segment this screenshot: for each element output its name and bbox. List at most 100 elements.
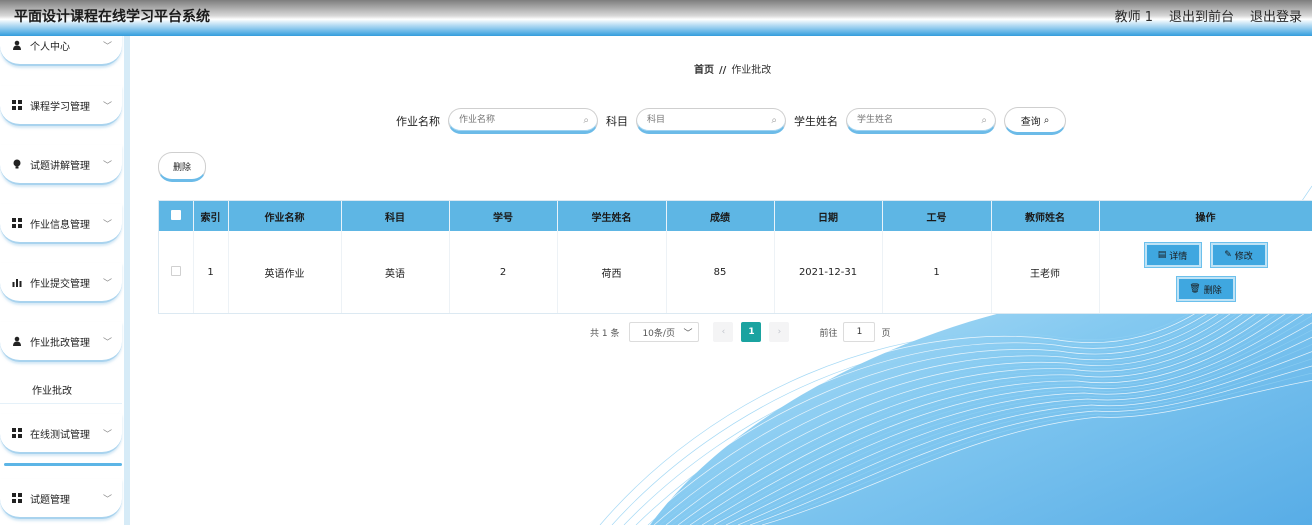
sidebar-item-label: 作业提交管理 [30, 278, 90, 290]
col-homework-name: 作业名称 [228, 201, 342, 231]
select-all-checkbox[interactable] [170, 209, 181, 220]
cell-index: 1 [193, 231, 229, 313]
exit-to-front-link[interactable]: 退出到前台 [1169, 6, 1234, 25]
submenu-item-homework-grading[interactable]: 作业批改 [0, 376, 122, 404]
grid-icon [12, 493, 22, 503]
chevron-down-icon: ﹀ [102, 41, 112, 52]
detail-button-label: 详情 [1169, 251, 1188, 262]
search-label-student-name: 学生姓名 [794, 115, 838, 128]
chevron-left-icon: ‹ [721, 327, 726, 337]
cell-student-name: 荷西 [557, 231, 667, 313]
sidebar-item-question-explain[interactable]: 试题讲解管理 ﹀ [0, 145, 122, 185]
query-button[interactable]: 查询 ⌕ [1004, 107, 1066, 135]
student-name-input[interactable] [857, 109, 977, 131]
col-work-no: 工号 [882, 201, 992, 231]
edit-button[interactable]: ✎ 修改 [1210, 243, 1267, 267]
sidebar-item-label: 试题管理 [30, 494, 70, 506]
search-icon: ⌕ [771, 115, 777, 126]
sidebar-item-label: 个人中心 [30, 41, 70, 53]
chevron-down-icon: ﹀ [102, 219, 112, 230]
edit-button-label: 修改 [1234, 251, 1253, 262]
row-delete-button-label: 删除 [1203, 285, 1222, 296]
cell-score: 85 [666, 231, 775, 313]
col-subject: 科目 [341, 201, 450, 231]
sidebar-item-label: 课程学习管理 [30, 101, 90, 113]
goto-prefix: 前往 [819, 328, 838, 339]
app-title: 平面设计课程在线学习平台系统 [14, 9, 210, 25]
subject-field[interactable]: ⌕ [636, 108, 786, 134]
batch-delete-button[interactable]: 删除 [158, 152, 206, 182]
main-content: 首页 // 作业批改 作业名称 ⌕ 科目 ⌕ 学生姓名 ⌕ 查询 ⌕ 删除 [130, 36, 1312, 525]
next-page-button[interactable]: › [769, 322, 790, 342]
col-teacher-name: 教师姓名 [991, 201, 1100, 231]
document-icon: ▤ [1157, 250, 1167, 260]
student-name-field[interactable]: ⌕ [846, 108, 996, 134]
row-checkbox[interactable] [170, 265, 181, 276]
pagination: 共 1 条 10条/页 ﹀ ‹ 1 › 前往 1 页 [590, 322, 890, 342]
chevron-down-icon: ﹀ [102, 494, 112, 505]
sidebar-item-label: 试题讲解管理 [30, 160, 90, 172]
top-links: 教师 1 退出到前台 退出登录 [1115, 6, 1302, 25]
search-icon: ⌕ [583, 115, 589, 126]
cell-subject: 英语 [341, 231, 450, 313]
sidebar-item-question-manage[interactable]: 试题管理 ﹀ [0, 479, 122, 519]
page-number-current[interactable]: 1 [741, 322, 762, 342]
breadcrumb-home[interactable]: 首页 [694, 65, 714, 76]
search-form: 作业名称 ⌕ 科目 ⌕ 学生姓名 ⌕ 查询 ⌕ [396, 107, 1066, 135]
trash-icon: 🗑 [1189, 284, 1201, 294]
subject-input[interactable] [647, 109, 767, 131]
search-icon: ⌕ [1043, 114, 1050, 126]
sidebar-item-online-test[interactable]: 在线测试管理 ﹀ [0, 414, 122, 454]
page-size-value: 10条/页 [642, 328, 675, 339]
grid-icon [12, 100, 22, 110]
user-icon [12, 336, 22, 346]
col-index: 索引 [193, 201, 229, 231]
bulb-icon [12, 159, 22, 169]
table-header-row: 索引 作业名称 科目 学号 学生姓名 成绩 日期 工号 教师姓名 操作 [159, 201, 1312, 231]
menu-divider [4, 463, 122, 466]
sidebar: 个人中心 ﹀ 课程学习管理 ﹀ 试题讲解管理 ﹀ 作业信息管理 ﹀ 作业提交管理… [0, 36, 130, 525]
search-label-subject: 科目 [606, 115, 628, 128]
user-icon [12, 40, 22, 50]
cell-homework-name: 英语作业 [228, 231, 342, 313]
sidebar-item-personal-center[interactable]: 个人中心 ﹀ [0, 36, 122, 66]
col-operations: 操作 [1099, 201, 1312, 231]
goto-suffix: 页 [881, 328, 891, 339]
logout-link[interactable]: 退出登录 [1250, 6, 1302, 25]
chevron-down-icon: ﹀ [102, 429, 112, 440]
query-button-label: 查询 [1020, 116, 1041, 128]
homework-name-field[interactable]: ⌕ [448, 108, 598, 134]
select-all-cell [159, 201, 194, 231]
sidebar-item-label: 作业批改管理 [30, 337, 90, 349]
pagination-total: 共 1 条 [590, 328, 620, 339]
col-date: 日期 [774, 201, 883, 231]
homework-name-input[interactable] [459, 109, 579, 131]
data-table: 索引 作业名称 科目 学号 学生姓名 成绩 日期 工号 教师姓名 操作 1 英语… [158, 200, 1312, 314]
sidebar-item-course-study[interactable]: 课程学习管理 ﹀ [0, 86, 122, 126]
chevron-down-icon: ﹀ [102, 160, 112, 171]
search-icon: ⌕ [981, 115, 987, 126]
sidebar-item-homework-info[interactable]: 作业信息管理 ﹀ [0, 204, 122, 244]
bar-chart-icon [12, 277, 22, 287]
table-row: 1 英语作业 英语 2 荷西 85 2021-12-31 1 王老师 ▤ 详情 [159, 231, 1312, 313]
cell-work-no: 1 [882, 231, 992, 313]
grid-icon [12, 428, 22, 438]
search-label-homework-name: 作业名称 [396, 115, 440, 128]
prev-page-button[interactable]: ‹ [713, 322, 734, 342]
sidebar-item-label: 在线测试管理 [30, 429, 90, 441]
row-delete-button[interactable]: 🗑 删除 [1176, 277, 1235, 301]
page-size-select[interactable]: 10条/页 ﹀ [629, 322, 700, 342]
user-label[interactable]: 教师 1 [1115, 6, 1153, 25]
sidebar-item-homework-submit[interactable]: 作业提交管理 ﹀ [0, 263, 122, 303]
chevron-down-icon: ﹀ [102, 101, 112, 112]
chevron-down-icon: ﹀ [683, 328, 693, 339]
breadcrumb: 首页 // 作业批改 [694, 61, 771, 76]
chevron-right-icon: › [777, 327, 782, 337]
goto-page-input[interactable]: 1 [843, 322, 876, 342]
detail-button[interactable]: ▤ 详情 [1144, 243, 1201, 267]
cell-teacher-name: 王老师 [991, 231, 1100, 313]
breadcrumb-separator: // [719, 65, 727, 76]
sidebar-item-homework-grading[interactable]: 作业批改管理 ﹀ [0, 322, 122, 362]
col-student-no: 学号 [449, 201, 558, 231]
cell-date: 2021-12-31 [774, 231, 883, 313]
